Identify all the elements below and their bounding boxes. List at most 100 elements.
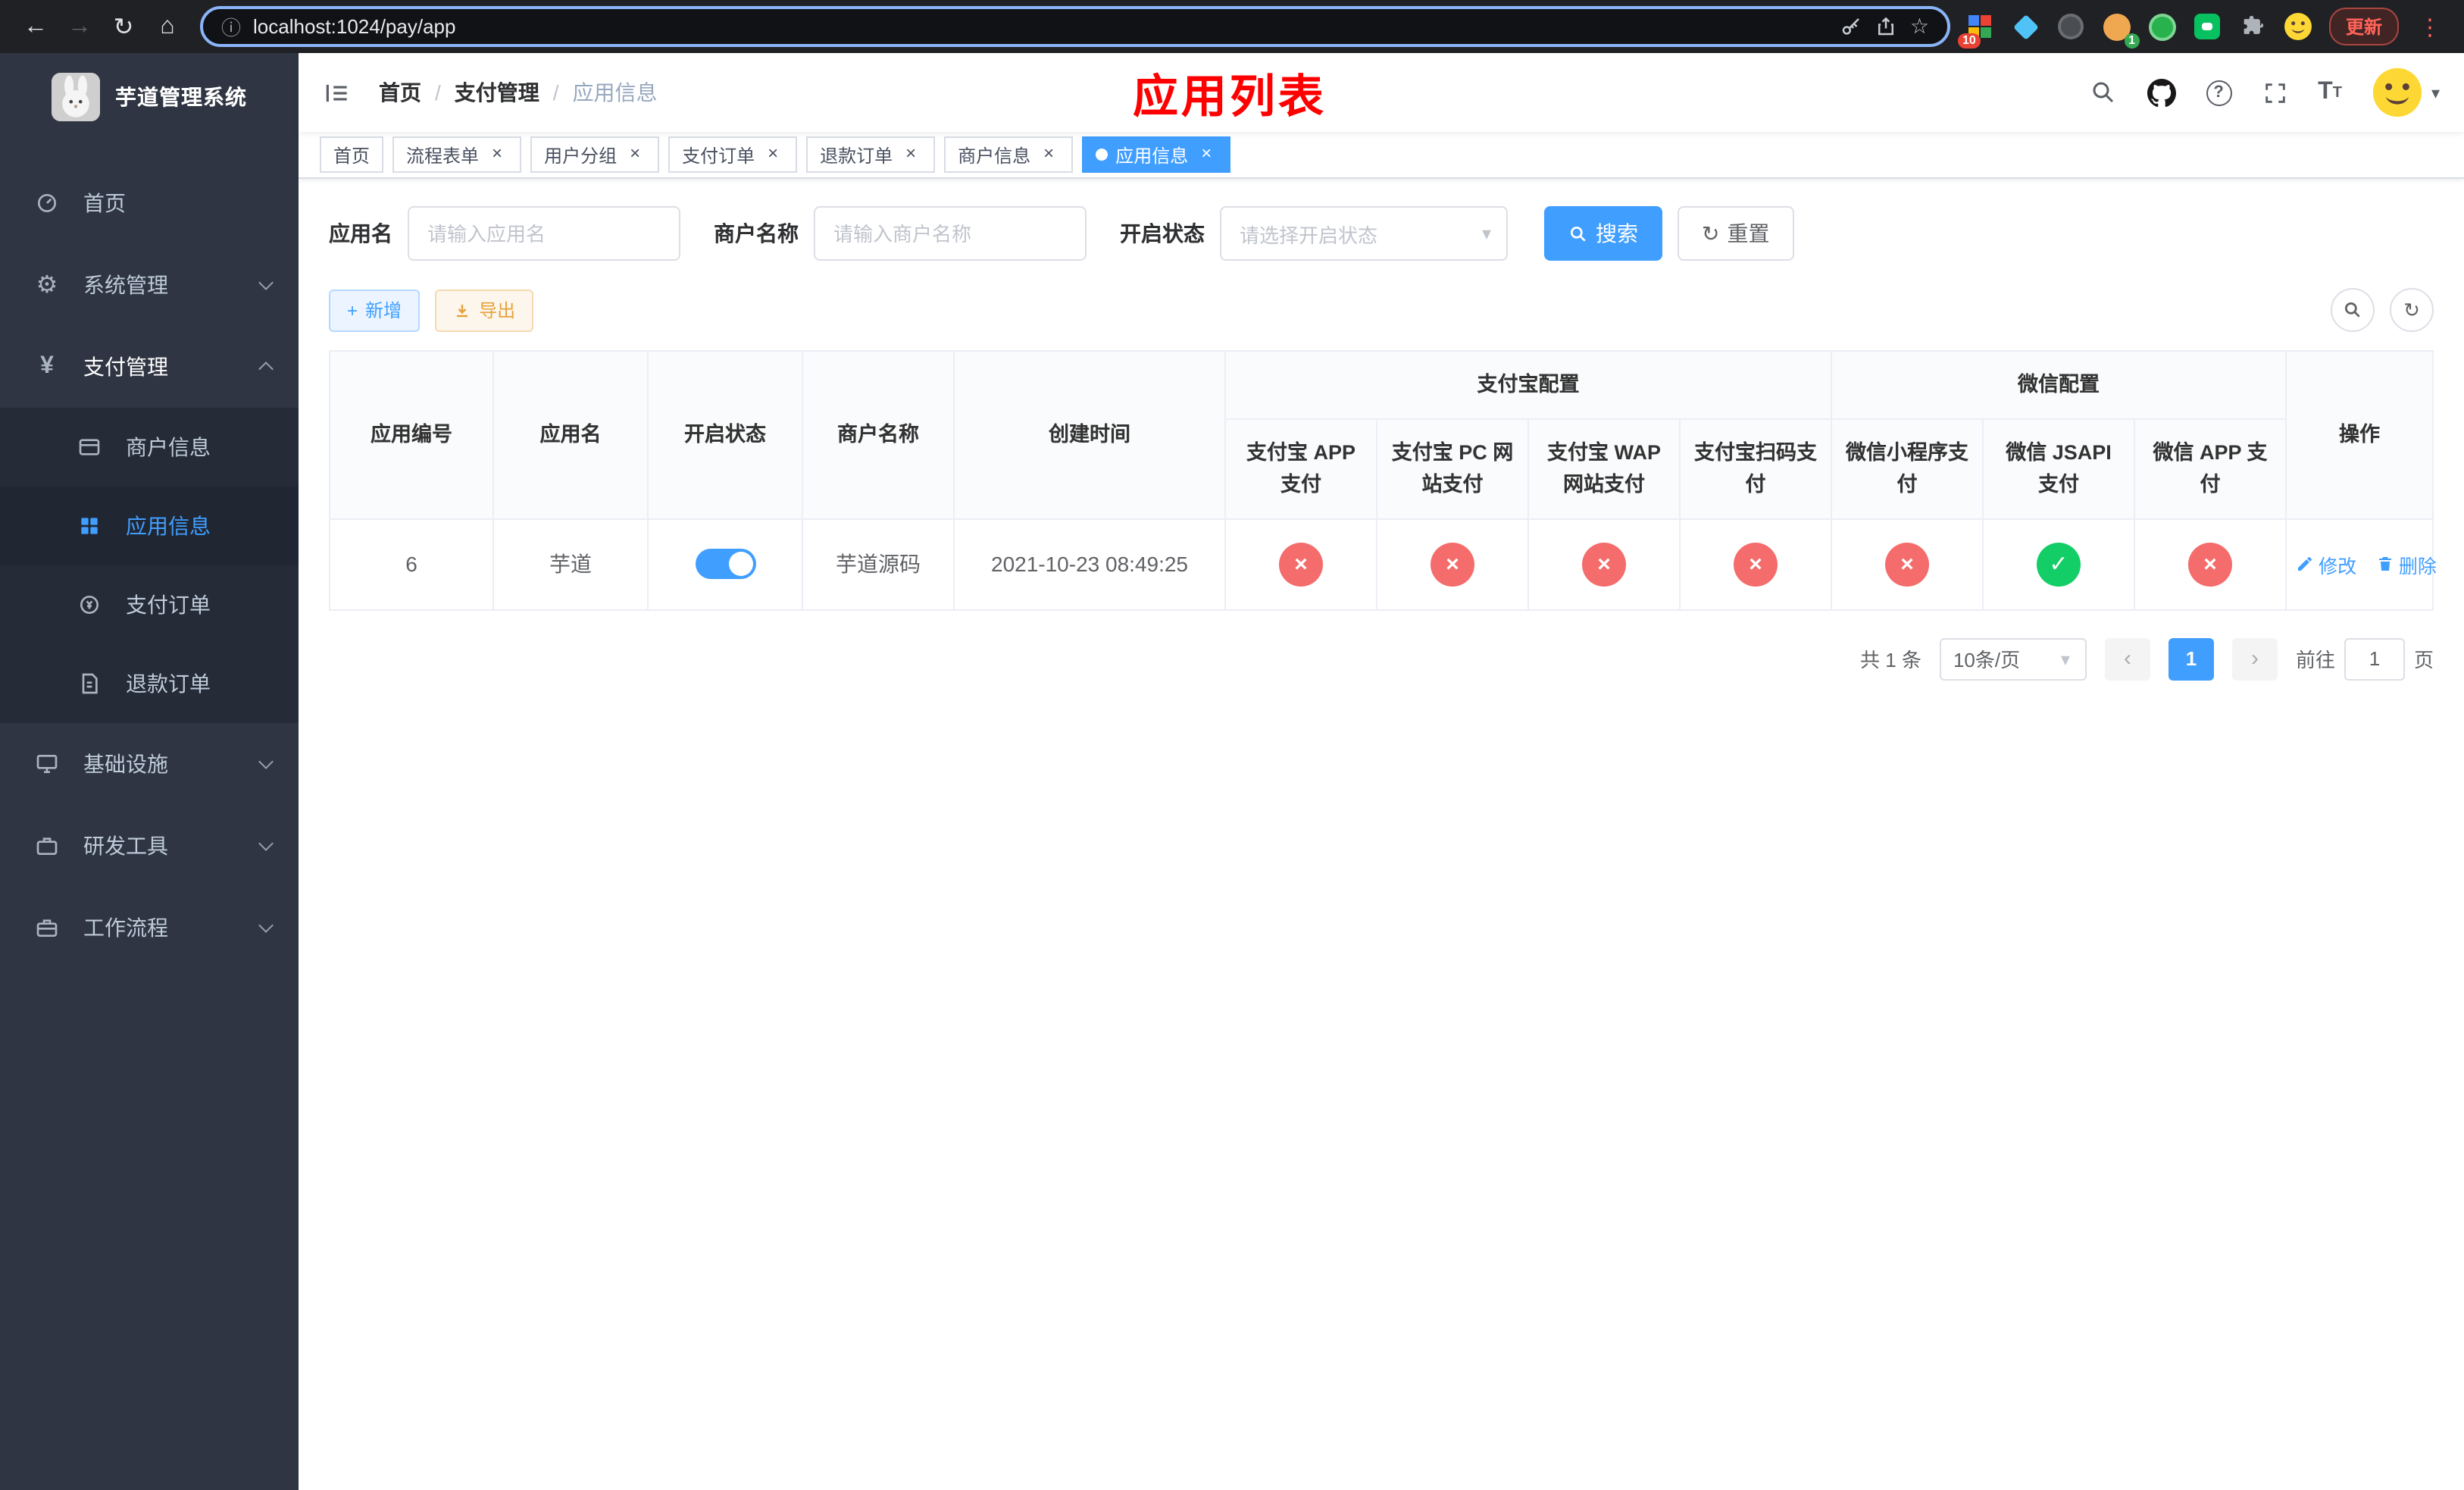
dashboard-icon xyxy=(30,191,64,215)
browser-update-button[interactable]: 更新 xyxy=(2328,8,2399,45)
browser-back-button[interactable]: ← xyxy=(15,6,56,47)
sidebar-subitem-pay-order[interactable]: 支付订单 xyxy=(0,565,299,644)
extension-dark-icon[interactable] xyxy=(2056,11,2087,42)
extension-avatar-icon[interactable]: 1 xyxy=(2102,11,2140,48)
search-button[interactable]: 搜索 xyxy=(1544,206,1662,261)
breadcrumb-payment[interactable]: 支付管理 xyxy=(455,77,539,108)
tab-app-info[interactable]: 应用信息 × xyxy=(1082,136,1231,173)
refresh-table-button[interactable]: ↻ xyxy=(2390,288,2434,332)
close-icon[interactable]: × xyxy=(1196,143,1217,165)
browser-reload-button[interactable]: ↻ xyxy=(103,6,144,47)
app-table: 应用编号 应用名 开启状态 商户名称 创建时间 支付宝配置 微信配置 操作 支付… xyxy=(329,350,2437,611)
sidebar-item-label: 应用信息 xyxy=(126,514,211,538)
export-button[interactable]: 导出 xyxy=(435,289,534,331)
pagination: 共 1 条 10条/页 ▾ ‹ 1 › 前往 页 xyxy=(329,637,2434,681)
bookmark-star-icon[interactable]: ☆ xyxy=(1910,14,1929,39)
sidebar-subitem-app-info[interactable]: 应用信息 xyxy=(0,487,299,565)
extension-green-circle-icon[interactable] xyxy=(2147,11,2178,42)
font-size-icon[interactable]: TT xyxy=(2318,79,2342,106)
close-icon[interactable]: × xyxy=(1038,143,1059,165)
goto-page-input[interactable] xyxy=(2344,637,2405,681)
update-label: 更新 xyxy=(2345,17,2382,38)
url-text[interactable]: localhost:1024/pay/app xyxy=(253,15,455,38)
next-page-button[interactable]: › xyxy=(2231,637,2278,681)
page-title: 应用列表 xyxy=(1132,73,1327,123)
close-icon[interactable]: × xyxy=(486,143,508,165)
tab-process-form[interactable]: 流程表单 × xyxy=(392,136,522,173)
search-icon[interactable] xyxy=(2089,79,2116,106)
extension-chat-icon[interactable] xyxy=(2193,11,2223,42)
share-icon[interactable] xyxy=(1875,15,1898,38)
browser-home-button[interactable]: ⌂ xyxy=(147,6,188,47)
refresh-icon: ↻ xyxy=(2403,298,2420,321)
merchant-name-input[interactable] xyxy=(814,206,1087,261)
page-1-button[interactable]: 1 xyxy=(2168,637,2214,681)
tab-home[interactable]: 首页 xyxy=(320,136,384,173)
goto-suffix: 页 xyxy=(2413,649,2434,672)
address-bar[interactable]: ⓘ localhost:1024/pay/app ☆ xyxy=(200,6,1950,47)
tab-label: 应用信息 xyxy=(1115,145,1189,166)
page-size-value: 10条/页 xyxy=(1953,649,2021,672)
github-icon[interactable] xyxy=(2147,78,2176,107)
sidebar-item-payment[interactable]: ¥ 支付管理 xyxy=(0,326,299,408)
col-header-app-id: 应用编号 xyxy=(329,350,494,520)
tab-label: 流程表单 xyxy=(406,145,480,166)
col-header-alipay-qr: 支付宝扫码支付 xyxy=(1679,418,1832,520)
cell-alipay-wap: × xyxy=(1527,518,1681,611)
sidebar-item-infra[interactable]: 基础设施 xyxy=(0,723,299,805)
app-name-input[interactable] xyxy=(408,206,680,261)
page-size-select[interactable]: 10条/页 ▾ xyxy=(1939,637,2087,681)
close-icon[interactable]: × xyxy=(900,143,921,165)
edit-link[interactable]: 修改 xyxy=(2296,550,2356,579)
status-toggle[interactable] xyxy=(695,549,755,580)
sidebar-item-home[interactable]: 首页 xyxy=(0,162,299,244)
prev-page-button[interactable]: ‹ xyxy=(2104,637,2150,681)
browser-forward-button[interactable]: → xyxy=(59,6,100,47)
help-icon[interactable]: ? xyxy=(2206,80,2232,105)
sidebar-item-devtools[interactable]: 研发工具 xyxy=(0,805,299,887)
extension-badge: 1 xyxy=(2124,33,2140,48)
forward-icon: → xyxy=(67,13,92,39)
tab-user-group[interactable]: 用户分组 × xyxy=(530,136,660,173)
add-button[interactable]: + 新增 xyxy=(329,289,421,331)
group-header-wechat: 微信配置 xyxy=(1830,350,2287,420)
tab-pay-order[interactable]: 支付订单 × xyxy=(668,136,798,173)
tab-merchant-info[interactable]: 商户信息 × xyxy=(944,136,1074,173)
cross-circle-icon: × xyxy=(1279,542,1323,587)
sidebar-item-workflow[interactable]: 工作流程 xyxy=(0,887,299,969)
extension-grid-icon[interactable]: 10 xyxy=(1957,11,1996,48)
browser-menu-button[interactable]: ⋮ xyxy=(2414,13,2446,40)
status-select[interactable]: 请选择开启状态 ▾ xyxy=(1220,206,1508,261)
app-logo[interactable]: 芋道管理系统 xyxy=(0,53,299,141)
tags-view: 首页 流程表单 × 用户分组 × 支付订单 × 退款订单 × 商户信息 × 应用… xyxy=(299,132,2464,179)
sidebar-item-system[interactable]: ⚙ 系统管理 xyxy=(0,244,299,326)
add-button-label: 新增 xyxy=(365,300,402,321)
select-placeholder: 请选择开启状态 xyxy=(1240,224,1378,246)
user-avatar[interactable]: ▾ xyxy=(2372,67,2440,118)
password-key-icon[interactable] xyxy=(1840,15,1863,38)
caret-down-icon: ▾ xyxy=(2060,648,2070,670)
navbar-actions: ? TT ▾ xyxy=(2089,67,2440,118)
tab-label: 首页 xyxy=(333,145,371,166)
breadcrumb-home[interactable]: 首页 xyxy=(379,77,421,108)
delete-link[interactable]: 删除 xyxy=(2376,550,2437,579)
sidebar-subitem-refund-order[interactable]: 退款订单 xyxy=(0,644,299,723)
tab-label: 支付订单 xyxy=(682,145,755,166)
chevron-down-icon xyxy=(258,275,274,290)
close-icon[interactable]: × xyxy=(624,143,646,165)
close-icon[interactable]: × xyxy=(762,143,783,165)
profile-avatar-icon[interactable] xyxy=(2284,11,2314,42)
sidebar-item-label: 研发工具 xyxy=(83,834,168,858)
tab-refund-order[interactable]: 退款订单 × xyxy=(806,136,936,173)
fullscreen-icon[interactable] xyxy=(2262,80,2287,105)
cross-circle-icon: × xyxy=(1582,542,1626,587)
extension-diamond-icon[interactable] xyxy=(2011,11,2041,42)
sidebar-subitem-merchant-info[interactable]: 商户信息 xyxy=(0,408,299,487)
reset-button[interactable]: ↻ 重置 xyxy=(1678,206,1794,261)
merchant-name-label: 商户名称 xyxy=(714,221,799,246)
site-info-icon[interactable]: ⓘ xyxy=(221,12,241,41)
extensions-puzzle-icon[interactable] xyxy=(2238,11,2269,42)
edit-label: 修改 xyxy=(2319,556,2357,578)
hide-search-button[interactable] xyxy=(2331,288,2375,332)
sidebar-collapse-button[interactable] xyxy=(323,78,352,107)
